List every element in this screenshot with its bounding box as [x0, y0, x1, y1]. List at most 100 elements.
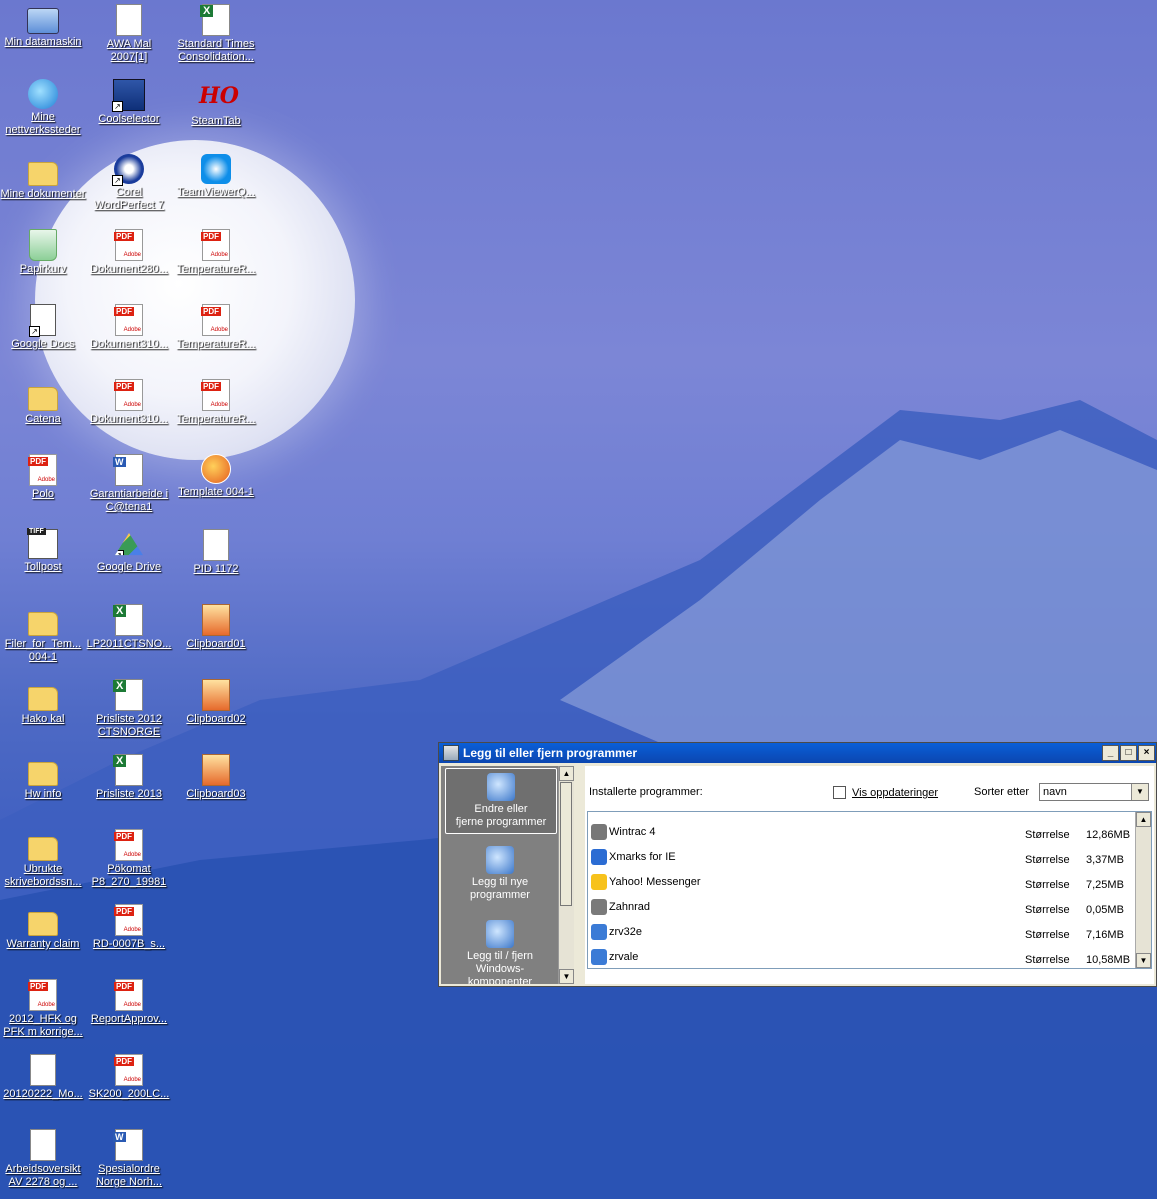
- desktop-icon-label: Arbeidsoversikt AV 2278 og ...: [5, 1163, 81, 1188]
- scroll-down-arrow-icon[interactable]: ▼: [559, 969, 574, 984]
- desktop-icon[interactable]: Min datamaskin: [0, 4, 86, 49]
- add-remove-programs-window[interactable]: Legg til eller fjern programmer _ □ × En…: [438, 742, 1157, 987]
- computer-icon: [27, 8, 59, 34]
- installed-programs-label: Installerte programmer:: [589, 786, 703, 798]
- nav-label: Endre eller fjerne programmer: [455, 803, 547, 828]
- pdf-file-icon: [114, 304, 143, 336]
- scroll-up-arrow-icon[interactable]: ▲: [1136, 812, 1151, 827]
- maximize-button[interactable]: □: [1120, 745, 1137, 761]
- desktop-icon[interactable]: TemperatureR...: [173, 304, 259, 351]
- pdf-file-icon: [201, 229, 230, 261]
- desktop-icon[interactable]: Mine dokumenter: [0, 154, 86, 201]
- task-pane-scrollbar[interactable]: ▲ ▼: [558, 766, 574, 984]
- desktop-icon[interactable]: 2012_HFK og PFK m korrige...: [0, 979, 86, 1039]
- desktop-icon-label: ReportApprov...: [90, 1013, 168, 1025]
- word-file-icon: [113, 454, 143, 486]
- program-size-label: Størrelse: [1025, 879, 1070, 891]
- program-list-scrollbar[interactable]: ▲ ▼: [1135, 812, 1151, 968]
- desktop-icon[interactable]: Coolselector: [86, 79, 172, 126]
- desktop-icon[interactable]: Clipboard01: [173, 604, 259, 651]
- desktop-icon[interactable]: LP2011CTSNO...: [86, 604, 172, 651]
- program-row[interactable]: Wintrac 4 Størrelse 12,86MB: [588, 820, 1134, 844]
- desktop-icon[interactable]: Mine nettverkssteder: [0, 79, 86, 137]
- desktop-icon[interactable]: Arbeidsoversikt AV 2278 og ...: [0, 1129, 86, 1189]
- minimize-button[interactable]: _: [1102, 745, 1119, 761]
- desktop-icon[interactable]: HO SteamTab: [173, 79, 259, 128]
- task-pane: Endre eller fjerne programmer Legg til n…: [441, 766, 574, 984]
- desktop-icon[interactable]: AWA Mal 2007[1]: [86, 4, 172, 64]
- desktop-icon[interactable]: Garantiarbeide i C@tena1: [86, 454, 172, 514]
- program-size: 7,25MB: [1086, 879, 1124, 891]
- image-file-icon: [202, 754, 230, 786]
- desktop-icon-label: SteamTab: [191, 115, 241, 127]
- program-size-label: Størrelse: [1025, 854, 1070, 866]
- desktop-icon[interactable]: Catena: [0, 379, 86, 426]
- desktop-icon[interactable]: Dokument280...: [86, 229, 172, 276]
- program-row[interactable]: Xmarks for IE Størrelse 3,37MB: [588, 845, 1134, 869]
- program-size: 10,58MB: [1086, 954, 1131, 966]
- pdf-file-icon: [114, 904, 143, 936]
- show-updates-checkbox[interactable]: [833, 786, 846, 799]
- desktop-icon-label: Google Drive: [96, 561, 162, 573]
- desktop-icon[interactable]: Dokument310...: [86, 379, 172, 426]
- show-updates-label[interactable]: Vis oppdateringer: [852, 787, 938, 799]
- desktop-icon[interactable]: Clipboard02: [173, 679, 259, 726]
- desktop-icon-label: Min datamaskin: [4, 36, 82, 48]
- desktop-icon-label: Papirkurv: [19, 263, 67, 275]
- desktop-icon[interactable]: Filer_for_Tem... 004-1: [0, 604, 86, 664]
- chevron-down-icon[interactable]: ▼: [1131, 784, 1148, 800]
- desktop-icon[interactable]: Ubrukte skrivebordssn...: [0, 829, 86, 889]
- desktop-icon[interactable]: 20120222_Mo...: [0, 1054, 86, 1101]
- program-name: zrvale: [609, 951, 639, 963]
- desktop-icon[interactable]: Hako kal: [0, 679, 86, 726]
- desktop-icon[interactable]: Google Docs: [0, 304, 86, 351]
- desktop-icon[interactable]: TeamViewerQ...: [173, 154, 259, 199]
- desktop-icon[interactable]: ReportApprov...: [86, 979, 172, 1026]
- desktop-icon-label: TeamViewerQ...: [176, 186, 256, 198]
- desktop-icon[interactable]: Pökomat P8_270_19981: [86, 829, 172, 889]
- program-row[interactable]: zrvale Størrelse 10,58MB: [588, 945, 1134, 968]
- desktop-icon[interactable]: Papirkurv: [0, 229, 86, 276]
- desktop-icon-label: TemperatureR...: [176, 263, 256, 275]
- nav-add-new-programs[interactable]: Legg til nye programmer: [445, 842, 555, 902]
- desktop-icon[interactable]: Standard Times Consolidation...: [173, 4, 259, 64]
- desktop-icon[interactable]: TemperatureR...: [173, 229, 259, 276]
- desktop-icon[interactable]: Google Drive: [86, 529, 172, 574]
- corel-icon: [112, 154, 144, 186]
- window-titlebar[interactable]: Legg til eller fjern programmer _ □ ×: [439, 743, 1156, 763]
- program-list[interactable]: Wintrac 4 Størrelse 12,86MB Xmarks for IE St…: [587, 811, 1152, 969]
- program-name: Wintrac 4: [609, 826, 656, 838]
- program-name: Yahoo! Messenger: [609, 876, 701, 888]
- desktop-icon-label: 20120222_Mo...: [3, 1088, 83, 1100]
- scroll-up-arrow-icon[interactable]: ▲: [559, 766, 574, 781]
- close-button[interactable]: ×: [1138, 745, 1155, 761]
- desktop-icon[interactable]: Template 004-1: [173, 454, 259, 499]
- program-row[interactable]: Zahnrad Størrelse 0,05MB: [588, 895, 1134, 919]
- desktop-icon[interactable]: SK200_200LC...: [86, 1054, 172, 1101]
- nav-windows-components[interactable]: Legg til / fjern Windows- komponenter: [445, 916, 555, 984]
- desktop-icon[interactable]: Tollpost: [0, 528, 86, 574]
- desktop-icon-label: Clipboard02: [186, 713, 246, 725]
- program-row[interactable]: zrv32e Størrelse 7,16MB: [588, 920, 1134, 944]
- desktop-icon[interactable]: Clipboard03: [173, 754, 259, 801]
- sort-by-select[interactable]: navn ▼: [1039, 783, 1149, 801]
- folder-icon: [28, 837, 58, 861]
- desktop-icon[interactable]: Prisliste 2012 CTSNORGE: [86, 679, 172, 739]
- program-row[interactable]: Yahoo! Messenger Størrelse 7,25MB: [588, 870, 1134, 894]
- tiff-file-icon: [27, 528, 58, 559]
- scroll-thumb[interactable]: [560, 782, 572, 906]
- desktop-icon[interactable]: Spesialordre Norge Norh...: [86, 1129, 172, 1189]
- desktop-icon[interactable]: Warranty claim: [0, 904, 86, 951]
- desktop-icon[interactable]: Hw info: [0, 754, 86, 801]
- control-panel-icon: [443, 745, 459, 761]
- desktop-icon[interactable]: RD-0007B_s...: [86, 904, 172, 951]
- desktop-icon[interactable]: PID 1172: [173, 529, 259, 576]
- desktop-icon[interactable]: TemperatureR...: [173, 379, 259, 426]
- desktop-icon[interactable]: Prisliste 2013: [86, 754, 172, 801]
- scroll-down-arrow-icon[interactable]: ▼: [1136, 953, 1151, 968]
- desktop-icon[interactable]: Polo: [0, 454, 86, 501]
- desktop-icon-label: Clipboard01: [186, 638, 246, 650]
- desktop-icon[interactable]: Dokument310...: [86, 304, 172, 351]
- nav-change-remove-programs[interactable]: Endre eller fjerne programmer: [445, 768, 557, 834]
- desktop-icon[interactable]: Corel WordPerfect 7: [86, 154, 172, 212]
